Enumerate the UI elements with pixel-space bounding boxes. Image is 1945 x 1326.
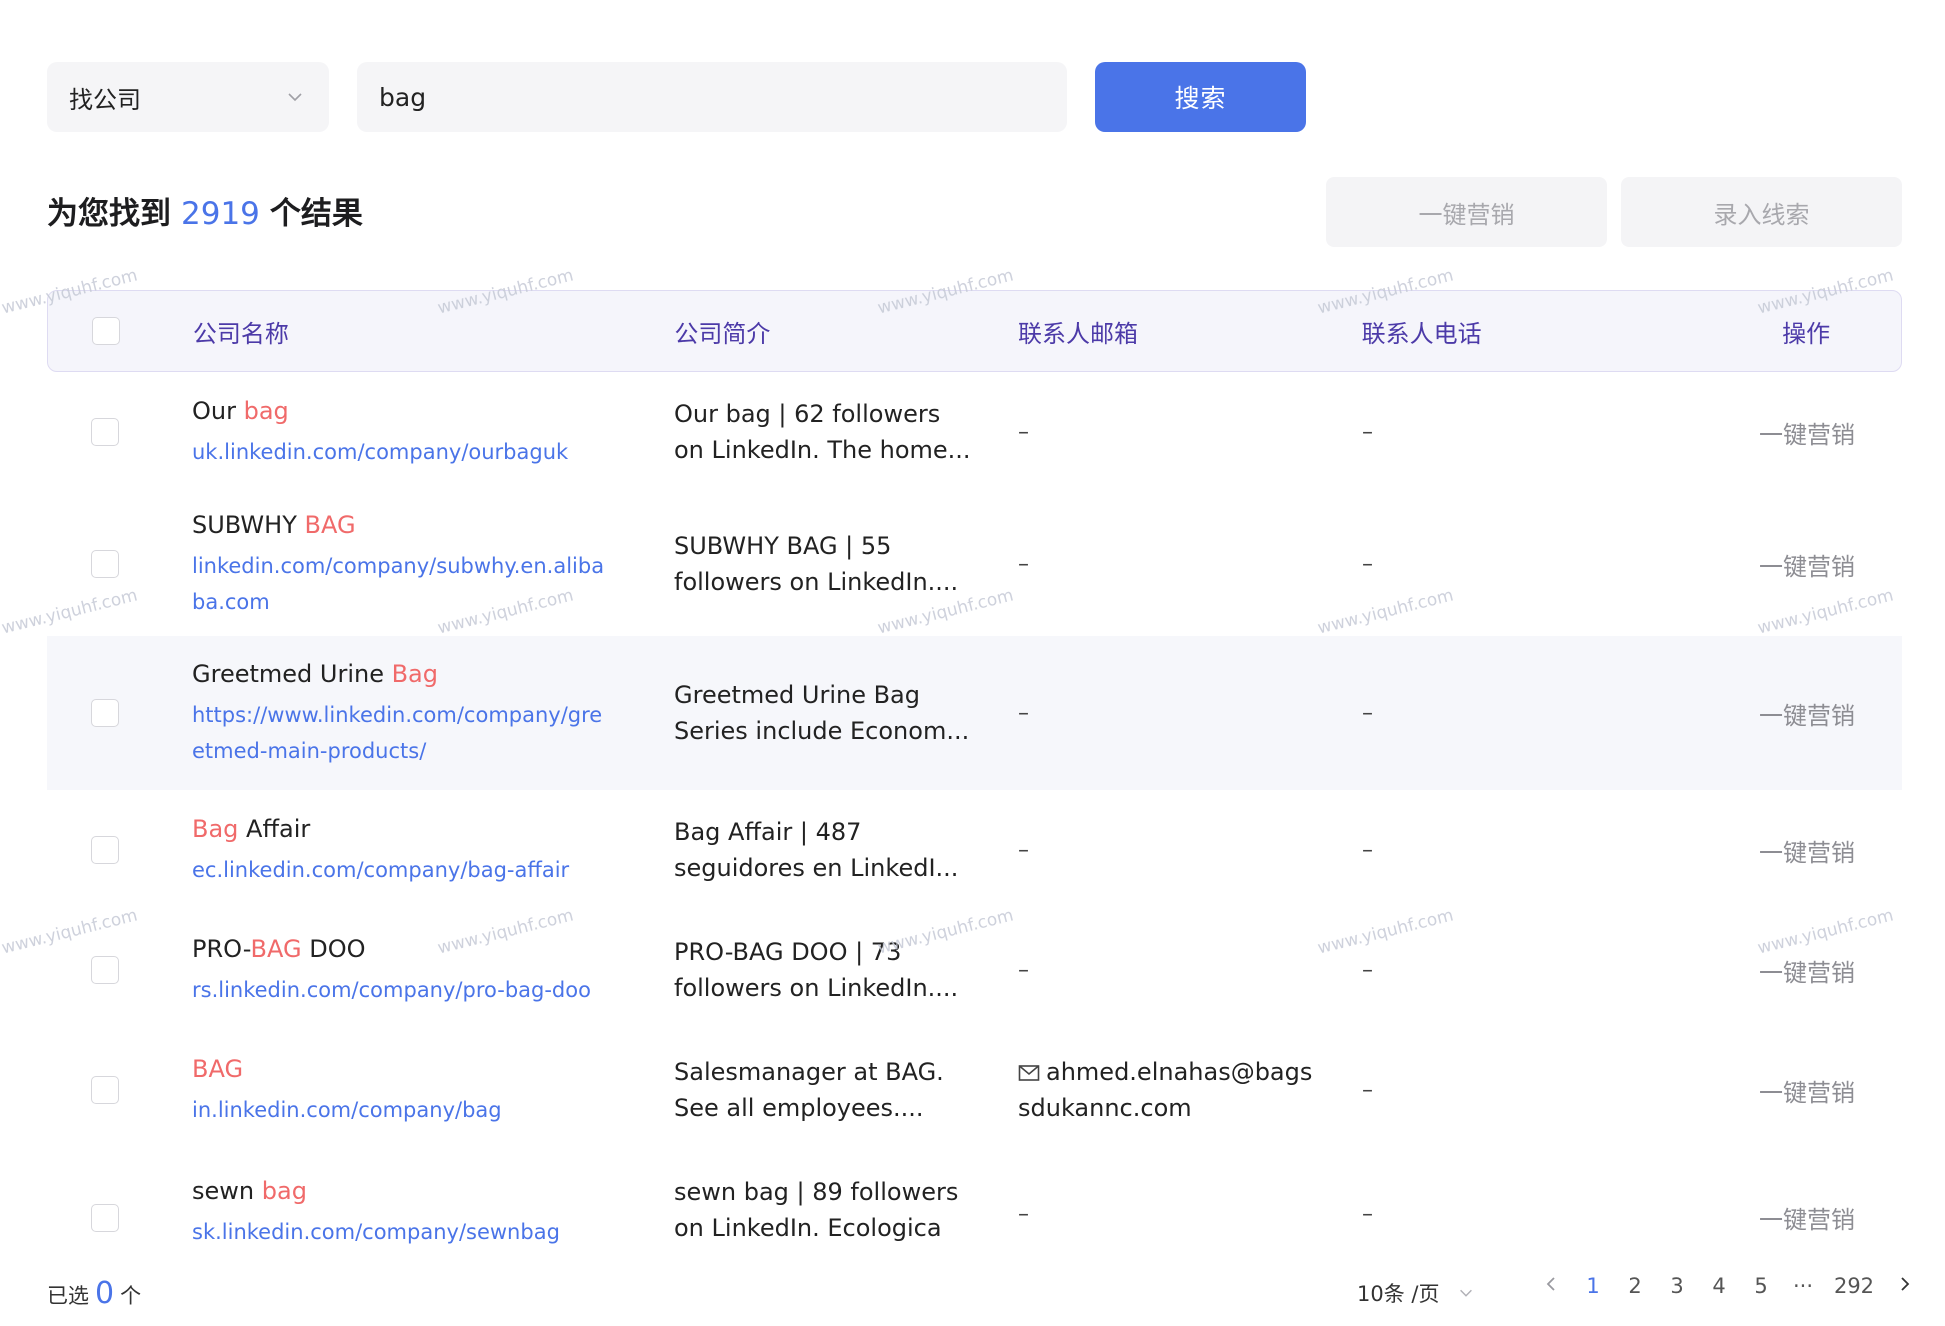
company-name[interactable]: Bag Affair xyxy=(192,812,674,846)
header-company-name: 公司名称 xyxy=(192,319,289,348)
page-button-1[interactable]: 1 xyxy=(1572,1274,1614,1298)
search-input[interactable]: bag xyxy=(357,62,1067,132)
company-name[interactable]: SUBWHY BAG xyxy=(192,508,614,542)
row-marketing-button[interactable]: 一键营销 xyxy=(1712,547,1902,582)
contact-email: – xyxy=(1018,700,1029,726)
company-desc: PRO-BAG DOO | 73 followers on LinkedIn...… xyxy=(674,938,959,1002)
row-marketing-button[interactable]: 一键营销 xyxy=(1712,953,1902,988)
page-button-3[interactable]: 3 xyxy=(1656,1274,1698,1298)
chevron-down-icon xyxy=(288,93,302,102)
company-name[interactable]: sewn bag xyxy=(192,1174,674,1208)
row-checkbox[interactable] xyxy=(91,550,119,578)
pagination: 1 2 3 4 5 ··· 292 xyxy=(1530,1274,1926,1298)
row-marketing-button[interactable]: 一键营销 xyxy=(1712,696,1902,731)
page-button-5[interactable]: 5 xyxy=(1740,1274,1782,1298)
contact-email: – xyxy=(1018,957,1029,983)
company-name[interactable]: Greetmed Urine Bag xyxy=(192,657,614,691)
company-desc: sewn bag | 89 followers on LinkedIn. Ecol… xyxy=(674,1178,959,1242)
search-type-select[interactable]: 找公司 xyxy=(47,62,329,132)
contact-email: – xyxy=(1018,1202,1029,1227)
row-marketing-button[interactable]: 一键营销 xyxy=(1712,415,1902,450)
table-row: BAG in.linkedin.com/company/bag Salesman… xyxy=(47,1030,1902,1150)
row-marketing-button[interactable]: 一键营销 xyxy=(1712,1174,1902,1235)
table-row: Our bag uk.linkedin.com/company/ourbaguk… xyxy=(47,372,1902,492)
company-desc: Our bag | 62 followers on LinkedIn. The h… xyxy=(674,400,971,464)
row-checkbox[interactable] xyxy=(91,418,119,446)
next-page-button[interactable] xyxy=(1884,1274,1926,1298)
contact-phone: – xyxy=(1362,1077,1373,1103)
company-desc: SUBWHY BAG | 55 followers on LinkedIn.... xyxy=(674,532,959,596)
contact-email: – xyxy=(1018,551,1029,577)
table-row: PRO-BAG DOO rs.linkedin.com/company/pro-… xyxy=(47,910,1902,1030)
company-link[interactable]: uk.linkedin.com/company/ourbaguk xyxy=(192,434,674,470)
table-row: SUBWHY BAG linkedin.com/company/subwhy.e… xyxy=(47,492,1902,636)
chevron-down-icon xyxy=(1460,1289,1473,1297)
table-body: Our bag uk.linkedin.com/company/ourbaguk… xyxy=(47,372,1902,1322)
search-button[interactable]: 搜索 xyxy=(1095,62,1306,132)
row-checkbox[interactable] xyxy=(91,1076,119,1104)
page-ellipsis[interactable]: ··· xyxy=(1782,1274,1824,1298)
company-desc: Salesmanager at BAG. See all employees...… xyxy=(674,1058,944,1122)
row-marketing-button[interactable]: 一键营销 xyxy=(1712,1073,1902,1108)
results-table: 公司名称 公司简介 联系人邮箱 联系人电话 操作 Our bag uk.link… xyxy=(47,290,1902,1322)
company-link[interactable]: ec.linkedin.com/company/bag-affair xyxy=(192,852,674,888)
page-button-last[interactable]: 292 xyxy=(1824,1274,1884,1298)
contact-phone: – xyxy=(1362,1202,1373,1227)
search-bar: 找公司 bag 搜索 xyxy=(47,62,1306,132)
row-checkbox[interactable] xyxy=(91,1204,119,1232)
contact-phone: – xyxy=(1362,551,1373,577)
table-row: Greetmed Urine Bag https://www.linkedin.… xyxy=(47,636,1902,790)
table-header: 公司名称 公司简介 联系人邮箱 联系人电话 操作 xyxy=(47,290,1902,372)
bulk-marketing-button[interactable]: 一键营销 xyxy=(1326,177,1607,247)
table-footer: 已选 0 个 10条 /页 1 2 3 4 5 ··· 292 xyxy=(0,1248,1945,1326)
company-link[interactable]: sk.linkedin.com/company/sewnbag xyxy=(192,1214,674,1250)
company-name[interactable]: PRO-BAG DOO xyxy=(192,932,674,966)
row-marketing-button[interactable]: 一键营销 xyxy=(1712,833,1902,868)
header-contact-email: 联系人邮箱 xyxy=(1017,319,1138,348)
row-checkbox[interactable] xyxy=(91,956,119,984)
company-search-page: 找公司 bag 搜索 为您找到 2919 个结果 一键营销 录入线索 公司名称 公司… xyxy=(0,0,1945,1326)
page-size-select[interactable]: 10条 /页 xyxy=(1357,1278,1475,1308)
select-all-checkbox[interactable] xyxy=(92,317,120,345)
company-link[interactable]: in.linkedin.com/company/bag xyxy=(192,1092,674,1128)
header-contact-phone: 联系人电话 xyxy=(1361,319,1482,348)
page-button-2[interactable]: 2 xyxy=(1614,1274,1656,1298)
contact-email[interactable]: ahmed.elnahas@bags sdukannc.com xyxy=(1018,1054,1362,1126)
header-operation: 操作 xyxy=(1782,319,1831,348)
contact-phone: – xyxy=(1362,837,1373,863)
mail-icon xyxy=(1018,1065,1040,1081)
results-suffix: 个结果 xyxy=(269,196,363,232)
company-link[interactable]: rs.linkedin.com/company/pro-bag-doo xyxy=(192,972,674,1008)
company-desc: Greetmed Urine Bag Series include Econom.… xyxy=(674,681,970,745)
results-summary: 为您找到 2919 个结果 xyxy=(47,188,363,233)
bulk-actions: 一键营销 录入线索 xyxy=(1326,177,1902,247)
add-leads-button[interactable]: 录入线索 xyxy=(1621,177,1902,247)
contact-email: – xyxy=(1018,419,1029,445)
contact-email: – xyxy=(1018,837,1029,863)
selected-count: 已选 0 个 xyxy=(47,1276,142,1311)
contact-phone: – xyxy=(1362,419,1373,445)
contact-phone: – xyxy=(1362,700,1373,726)
company-name[interactable]: BAG xyxy=(192,1052,674,1086)
company-name[interactable]: Our bag xyxy=(192,394,674,428)
chevron-left-icon xyxy=(1546,1277,1555,1291)
row-checkbox[interactable] xyxy=(91,699,119,727)
company-desc: Bag Affair | 487 seguidores en LinkedI... xyxy=(674,818,959,882)
results-count: 2919 xyxy=(181,196,260,232)
prev-page-button[interactable] xyxy=(1530,1274,1572,1298)
search-type-label: 找公司 xyxy=(69,85,141,114)
company-link[interactable]: linkedin.com/company/subwhy.en.alibaba.c… xyxy=(192,548,614,620)
header-company-desc: 公司简介 xyxy=(674,319,771,348)
table-row: Bag Affair ec.linkedin.com/company/bag-a… xyxy=(47,790,1902,910)
chevron-right-icon xyxy=(1901,1277,1910,1291)
company-link[interactable]: https://www.linkedin.com/company/greetme… xyxy=(192,697,614,769)
row-checkbox[interactable] xyxy=(91,836,119,864)
contact-phone: – xyxy=(1362,957,1373,983)
page-button-4[interactable]: 4 xyxy=(1698,1274,1740,1298)
results-prefix: 为您找到 xyxy=(47,196,171,232)
